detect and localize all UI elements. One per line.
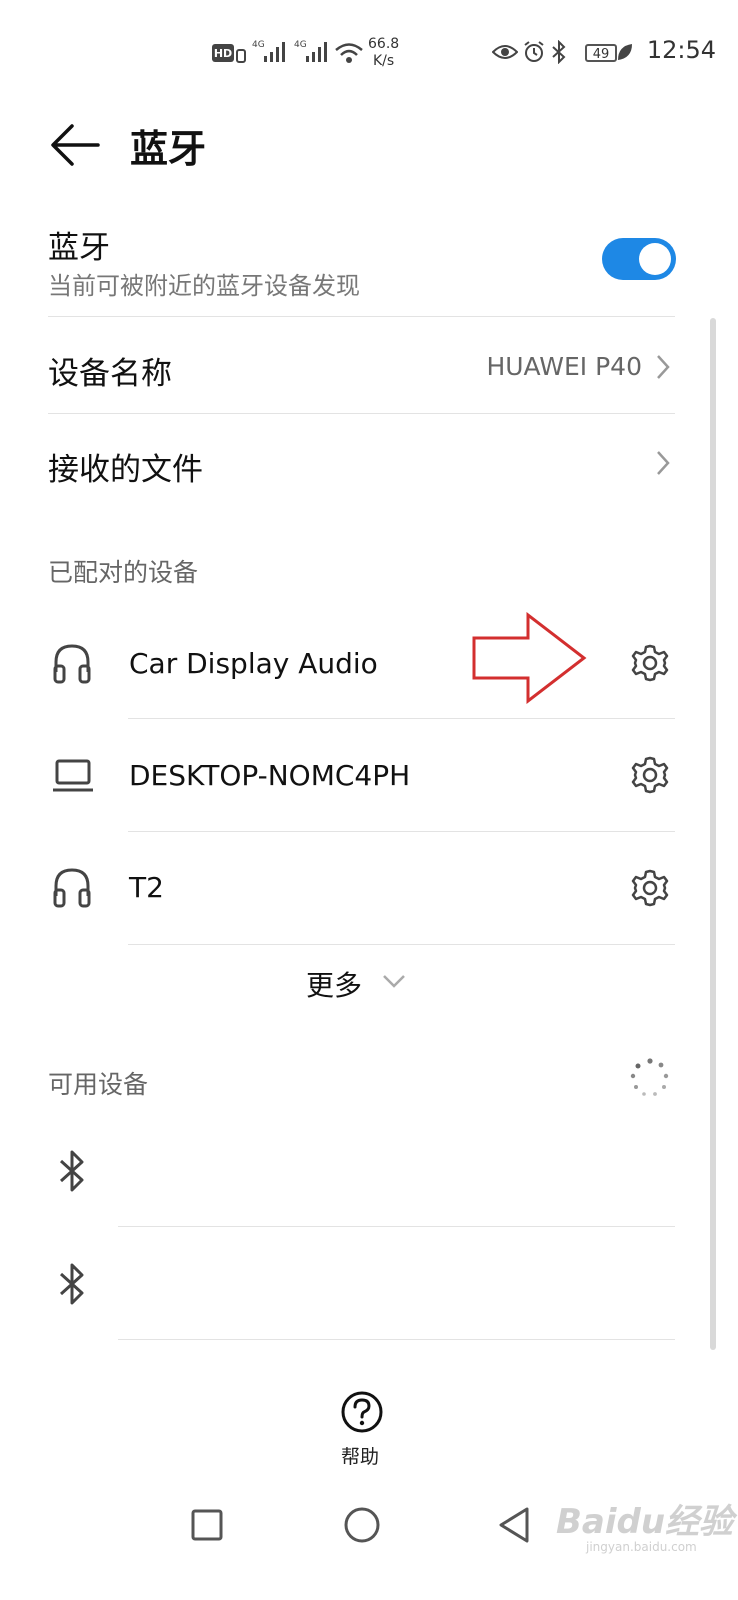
recent-apps-icon[interactable] [190,1508,224,1542]
status-bar: HD 4G 4G 66.8 K/s 49 12:54 [0,0,738,100]
bluetooth-label: 蓝牙 [48,230,110,266]
gear-icon[interactable] [630,868,670,908]
divider [128,944,675,945]
scrollbar[interactable] [710,318,716,1350]
available-device-row[interactable] [48,1228,675,1338]
help-label: 帮助 [341,1446,380,1468]
headset-icon [53,868,91,908]
question-icon [341,1391,383,1433]
svg-text:4G: 4G [252,40,265,50]
hd-icon: HD [212,44,246,63]
gear-icon[interactable] [630,755,670,795]
chevron-right-icon [657,355,670,379]
divider [48,316,675,317]
home-icon[interactable] [343,1506,381,1544]
divider [118,1226,675,1227]
more-label: 更多 [306,969,363,1002]
battery-indicator: 49 [585,44,617,62]
bluetooth-status-icon [552,40,566,64]
gear-icon[interactable] [630,643,670,683]
loading-spinner-icon [630,1058,669,1096]
back-nav-icon[interactable] [497,1506,531,1544]
signal-icon-2: 4G [294,40,327,62]
available-devices-header: 可用设备 [48,1070,149,1099]
svg-text:HD: HD [214,47,232,60]
toggle-knob [639,243,671,275]
laptop-icon [53,759,93,792]
leaf-icon [618,44,632,60]
chevron-down-icon [383,975,405,988]
bluetooth-subtitle: 当前可被附近的蓝牙设备发现 [48,272,360,300]
paired-device-name: Car Display Audio [129,647,378,680]
alarm-icon [524,41,544,62]
headset-icon [53,644,91,684]
page-title: 蓝牙 [130,127,207,171]
divider [118,1339,675,1340]
bluetooth-toggle[interactable] [602,238,676,280]
bluetooth-icon [59,1263,84,1305]
divider [128,831,675,832]
paired-device-name: T2 [129,871,164,904]
watermark-logo: Baidu经验 [556,1502,734,1542]
watermark-url: jingyan.baidu.com [586,1540,697,1554]
status-time: 12:54 [646,36,716,64]
device-name-value: HUAWEI P40 [486,352,642,381]
bluetooth-icon [59,1150,84,1192]
received-files-label: 接收的文件 [48,452,203,488]
divider [128,718,675,719]
device-name-label: 设备名称 [48,356,172,392]
back-arrow-icon[interactable] [48,120,100,170]
paired-devices-header: 已配对的设备 [48,558,199,587]
svg-text:4G: 4G [294,40,307,50]
chevron-right-icon [657,451,670,475]
eye-icon [492,45,518,59]
wifi-icon [335,43,363,63]
available-device-row[interactable] [48,1118,675,1226]
signal-icon: 4G [252,40,285,62]
paired-device-name: DESKTOP-NOMC4PH [129,759,411,792]
network-speed: 66.8 K/s [368,36,400,69]
annotation-arrow-icon [472,612,587,704]
